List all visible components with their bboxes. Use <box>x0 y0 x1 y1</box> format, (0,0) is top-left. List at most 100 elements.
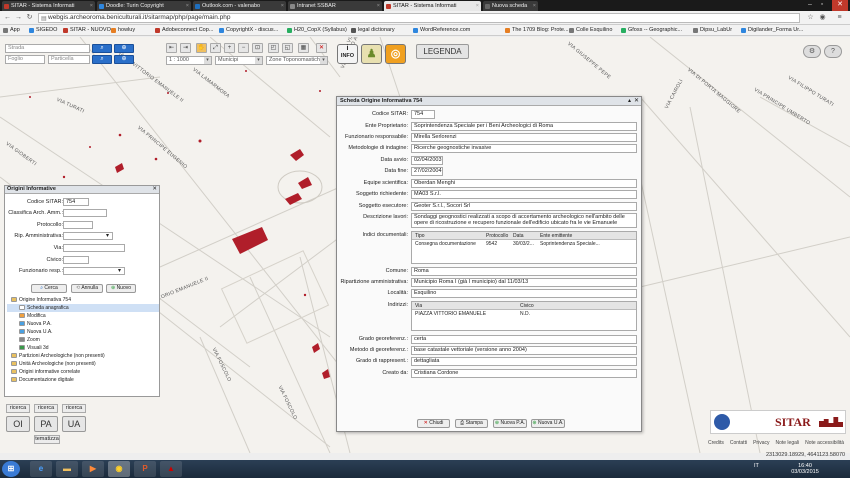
close-dialog-icon[interactable]: ✕ <box>634 97 639 105</box>
panel-field-input[interactable] <box>63 244 125 252</box>
bookmark-item[interactable]: SIGEDO <box>28 26 57 35</box>
bookmark-item[interactable]: Digilander_Forma Ur... <box>740 26 803 35</box>
bookmark-item[interactable]: Dipsu_LabUr <box>692 26 732 35</box>
forward-icon[interactable]: → <box>14 13 23 23</box>
dialog-field-value[interactable]: Cristiana Cordone <box>411 369 637 378</box>
search-parcel-button[interactable]: ⌕ <box>92 55 112 64</box>
measure-icon[interactable]: ◰ <box>268 43 279 53</box>
language-indicator[interactable]: IT <box>754 463 759 469</box>
tree-item[interactable]: Nuova U.A. <box>7 328 159 336</box>
dialog-field-value[interactable]: Geoter S.r.l., Socori Srl <box>411 202 637 211</box>
pan-left-icon[interactable]: ⇤ <box>166 43 177 53</box>
layer-ua-button[interactable]: UA <box>62 416 86 432</box>
search-button[interactable]: ⌕ Cerca <box>31 284 67 293</box>
legend-button[interactable]: LEGENDA <box>416 44 469 59</box>
area-icon[interactable]: ◱ <box>282 43 293 53</box>
dialog-field-value[interactable]: base catastale vettoriale (versione anno… <box>411 346 637 355</box>
tab-close-icon[interactable]: × <box>281 1 284 11</box>
info-button[interactable]: i INFO <box>337 44 358 64</box>
dialog-field-value[interactable]: 27/02/2004 <box>411 167 443 176</box>
bookmark-item[interactable]: SITAR - NUOVO <box>62 26 111 35</box>
media-icon[interactable]: ▶ <box>82 461 104 477</box>
zoom-extent-icon[interactable]: ⤢ <box>210 43 221 53</box>
hand-icon[interactable]: ✋ <box>196 43 207 53</box>
ie-icon[interactable]: e <box>30 461 52 477</box>
parcel-input[interactable]: Particella <box>48 55 90 64</box>
menu-icon[interactable]: ≡ <box>835 13 844 23</box>
bookmark-item[interactable]: CopyrightX - discus... <box>218 26 278 35</box>
bookmark-item[interactable]: WordReference.com <box>412 26 470 35</box>
dialog-field-value[interactable]: Oberdan Menghi <box>411 179 637 188</box>
search-layer-button[interactable]: ricerca <box>6 404 30 413</box>
layers-tool-button[interactable]: ◎ <box>385 44 406 64</box>
browser-tab[interactable]: Intranet SSBAR × <box>288 1 382 11</box>
scale-select[interactable]: 1 : 1000 ▾ <box>166 56 212 65</box>
grid-header-cell[interactable]: Civico <box>520 302 534 310</box>
description-field[interactable]: Sondaggi geognostici realizzati a scopo … <box>411 213 637 228</box>
folder-icon[interactable]: ▬ <box>56 461 78 477</box>
dialog-field-value[interactable]: Esquilino <box>411 289 637 298</box>
browser-tab[interactable]: SITAR - Sistema Informati × <box>384 1 481 11</box>
back-icon[interactable]: ← <box>3 13 12 23</box>
zoom-in-icon[interactable]: + <box>224 43 235 53</box>
new-ua-button[interactable]: ⊕ Nuova U.A. <box>531 419 565 428</box>
tree-item[interactable]: Nuova P.A. <box>7 320 159 328</box>
browser-tab[interactable]: Doodle: Turin Copyright × <box>97 1 191 11</box>
star-icon[interactable]: ☆ <box>806 13 815 23</box>
credit-link[interactable]: Contatti <box>730 440 747 446</box>
panel-field-input[interactable]: 754 <box>63 198 89 206</box>
dialog-field-value[interactable]: dettagliata <box>411 357 637 366</box>
panel-field-input[interactable] <box>63 256 89 264</box>
tree-item[interactable]: Scheda anagrafica <box>7 304 159 312</box>
bookmark-item[interactable]: App <box>2 26 20 35</box>
print-button[interactable]: ⎙ Stampa <box>455 419 488 428</box>
chevron-down-icon[interactable]: ▾ <box>106 232 109 239</box>
bookmark-item[interactable]: Colle Esquilino <box>568 26 612 35</box>
maximize-icon[interactable]: ▫ <box>816 0 828 11</box>
minimize-icon[interactable]: – <box>804 0 816 11</box>
credit-link[interactable]: Note legali <box>775 440 799 446</box>
search-layer-button[interactable]: ricerca <box>34 404 58 413</box>
dialog-field-value[interactable]: Roma <box>411 267 637 276</box>
person-tool-button[interactable]: ♟ <box>361 44 382 64</box>
grid-header-cell[interactable]: Data <box>513 232 537 240</box>
tab-close-icon[interactable]: × <box>476 1 479 11</box>
bookmark-item[interactable]: H20_CopX (Syllabus) <box>286 26 347 35</box>
bookmark-item[interactable]: Adobeconnect Cop... <box>154 26 213 35</box>
dialog-field-value[interactable]: Soprintendenza Speciale per i Beni Arche… <box>411 122 637 131</box>
tree-item[interactable]: Modifica <box>7 312 159 320</box>
tree-item[interactable]: Visuali 3d <box>7 344 159 352</box>
cancel-button[interactable]: ⟲ Annulla <box>71 284 103 293</box>
layer-oi-button[interactable]: OI <box>6 416 30 432</box>
locate-parcel-button[interactable]: ⊕ <box>114 55 134 64</box>
select-icon[interactable]: ▦ <box>298 43 309 53</box>
zoom-out-icon[interactable]: − <box>238 43 249 53</box>
tree-item[interactable]: Unità Archeologiche (non presenti) <box>7 360 159 368</box>
tab-close-icon[interactable]: × <box>90 1 93 11</box>
dialog-field-value[interactable]: MA03 S.r.l. <box>411 190 637 199</box>
browser-tab[interactable]: SITAR - Sistema Informati × <box>2 1 95 11</box>
zone-select[interactable]: Zone Toponomastich ▾ <box>266 56 328 65</box>
locate-street-button[interactable]: ⊕ <box>114 44 134 53</box>
panel-field-input[interactable] <box>63 209 107 217</box>
tab-close-icon[interactable]: × <box>186 1 189 11</box>
address-bar[interactable]: ▤ webgis.archeoroma.beniculturali.it/sit… <box>38 13 800 23</box>
close-window-icon[interactable]: ✕ <box>832 0 848 11</box>
dialog-field-value[interactable]: 02/04/2003 <box>411 156 443 165</box>
extension-icon[interactable]: ◉ <box>818 13 827 23</box>
help-icon[interactable]: ? <box>824 45 842 58</box>
tree-item[interactable]: Documentazione digitale <box>7 376 159 384</box>
dialog-field-value[interactable]: Ricerche geognostiche invasive <box>411 144 637 153</box>
dialog-field-value[interactable]: Mirella Serlorenzi <box>411 133 637 142</box>
pan-right-icon[interactable]: ⇥ <box>180 43 191 53</box>
tab-close-icon[interactable]: × <box>377 1 380 11</box>
acrobat-icon[interactable]: ▲ <box>160 461 182 477</box>
street-search-input[interactable]: Strada <box>5 44 90 53</box>
layer-pa-button[interactable]: PA <box>34 416 58 432</box>
panel-field-input[interactable] <box>63 267 125 275</box>
start-button[interactable]: ⊞ <box>2 461 20 477</box>
credit-link[interactable]: Credits <box>708 440 724 446</box>
tree-item[interactable]: Zoom <box>7 336 159 344</box>
bookmark-item[interactable]: legal dictionary <box>350 26 395 35</box>
minimize-dialog-icon[interactable]: ▴ <box>628 97 631 105</box>
